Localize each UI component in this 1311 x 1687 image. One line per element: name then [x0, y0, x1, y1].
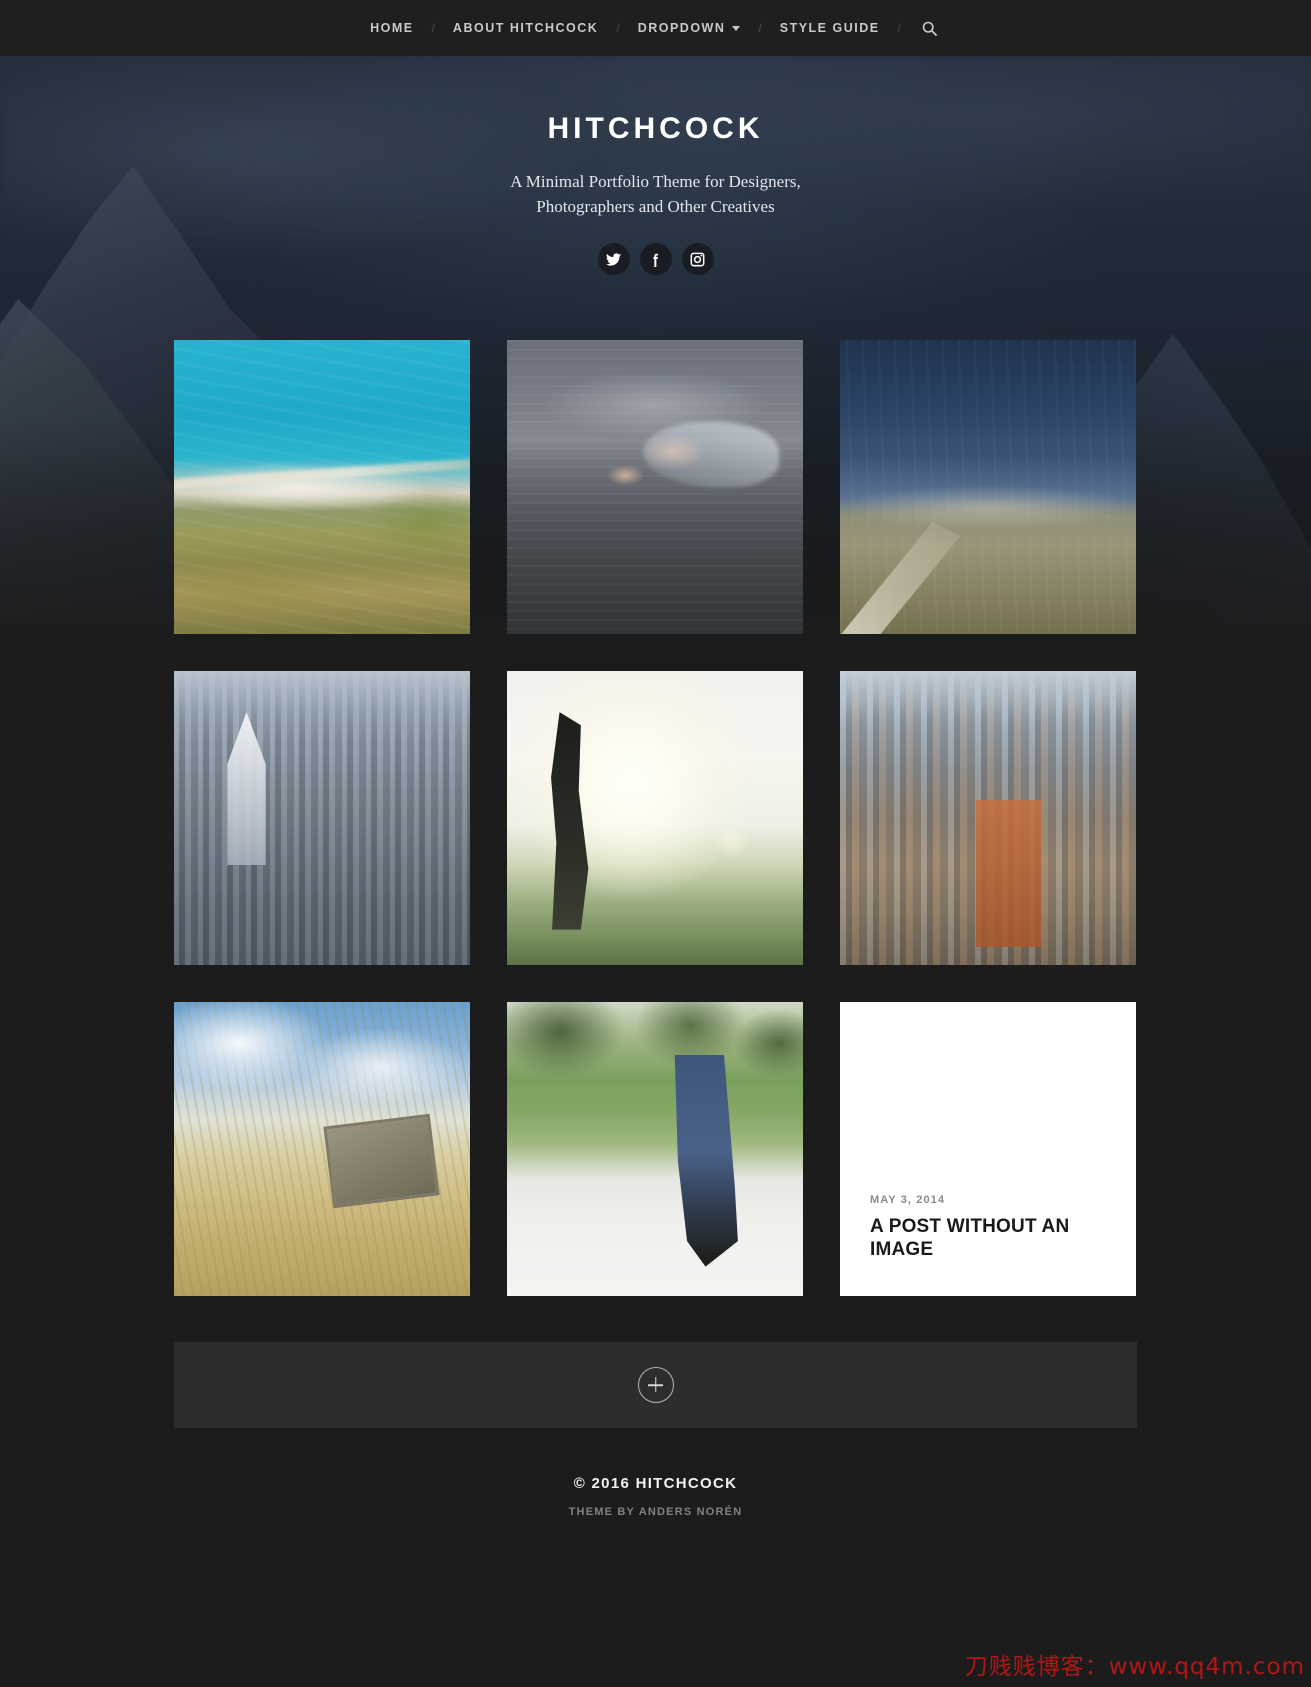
portfolio-thumbnail-coast [174, 340, 470, 634]
top-navigation-bar: HOME / ABOUT HITCHCOCK / DROPDOWN / STYL… [0, 0, 1311, 56]
site-tagline: A Minimal Portfolio Theme for Designers,… [0, 170, 1311, 219]
search-toggle-button[interactable] [919, 17, 941, 39]
post-title: A POST WITHOUT AN IMAGE [870, 1215, 1070, 1261]
social-link-facebook[interactable] [639, 243, 672, 276]
social-link-instagram[interactable] [681, 243, 714, 276]
facebook-icon [653, 253, 658, 267]
chevron-down-icon [732, 25, 741, 31]
footer-theme-credit: THEME BY ANDERS NORÉN [568, 1506, 743, 1518]
nav-item-dropdown[interactable]: DROPDOWN [638, 21, 741, 35]
nav-separator: / [897, 21, 901, 35]
portfolio-tile-1[interactable] [174, 340, 470, 634]
primary-menu: HOME / ABOUT HITCHCOCK / DROPDOWN / STYL… [370, 17, 941, 39]
nav-item-style-guide[interactable]: STYLE GUIDE [780, 21, 880, 35]
portfolio-thumbnail-san-francisco [174, 671, 470, 965]
nav-separator: / [758, 21, 762, 35]
portfolio-thumbnail-new-york [840, 671, 1136, 965]
site-tagline-line-2: Photographers and Other Creatives [536, 196, 775, 216]
portfolio-tile-5[interactable] [507, 671, 803, 965]
site-tagline-line-1: A Minimal Portfolio Theme for Designers, [510, 172, 801, 191]
portfolio-tile-3[interactable] [840, 340, 1136, 634]
portfolio-thumbnail-walking [507, 1002, 803, 1296]
portfolio-thumbnail-swimmer [507, 340, 803, 634]
portfolio-grid-section: MAY 3, 2014 A POST WITHOUT AN IMAGE [0, 340, 1311, 1296]
nav-item-about-hitchcock[interactable]: ABOUT HITCHCOCK [453, 21, 598, 35]
twitter-icon [606, 253, 621, 266]
instagram-icon [690, 252, 705, 267]
nav-item-label: ABOUT HITCHCOCK [452, 21, 599, 35]
portfolio-tile-text-post[interactable]: MAY 3, 2014 A POST WITHOUT AN IMAGE [840, 1002, 1136, 1296]
nav-item-label: HOME [370, 21, 414, 35]
social-link-twitter[interactable] [597, 243, 630, 276]
footer-copyright: © 2016 HITCHCOCK [573, 1475, 738, 1492]
nav-item-label: STYLE GUIDE [779, 21, 880, 35]
portfolio-thumbnail-road [840, 340, 1136, 634]
site-footer: © 2016 HITCHCOCK THEME BY ANDERS NORÉN [0, 1445, 1311, 1518]
site-title: HITCHCOCK [547, 112, 764, 145]
portfolio-tile-4[interactable] [174, 671, 470, 965]
watermark-text: 刀贱贱博客：www.qq4m.com [964, 1654, 1305, 1680]
nav-separator: / [616, 21, 620, 35]
load-more-section [0, 1342, 1311, 1428]
nav-item-home[interactable]: HOME [370, 21, 414, 35]
hero-content: HITCHCOCK A Minimal Portfolio Theme for … [0, 56, 1311, 276]
search-icon [923, 21, 938, 36]
plus-icon [637, 1367, 674, 1403]
load-more-button[interactable] [174, 1342, 1137, 1428]
portfolio-grid: MAY 3, 2014 A POST WITHOUT AN IMAGE [174, 340, 1137, 1296]
portfolio-tile-7[interactable] [174, 1002, 470, 1296]
portfolio-thumbnail-sunlight [507, 671, 803, 965]
nav-item-label: DROPDOWN [637, 21, 726, 35]
post-date: MAY 3, 2014 [870, 1193, 946, 1206]
portfolio-thumbnail-television [174, 1002, 470, 1296]
portfolio-tile-6[interactable] [840, 671, 1136, 965]
portfolio-tile-2[interactable] [507, 340, 803, 634]
social-links [0, 243, 1311, 276]
portfolio-tile-8[interactable] [507, 1002, 803, 1296]
nav-separator: / [431, 21, 435, 35]
